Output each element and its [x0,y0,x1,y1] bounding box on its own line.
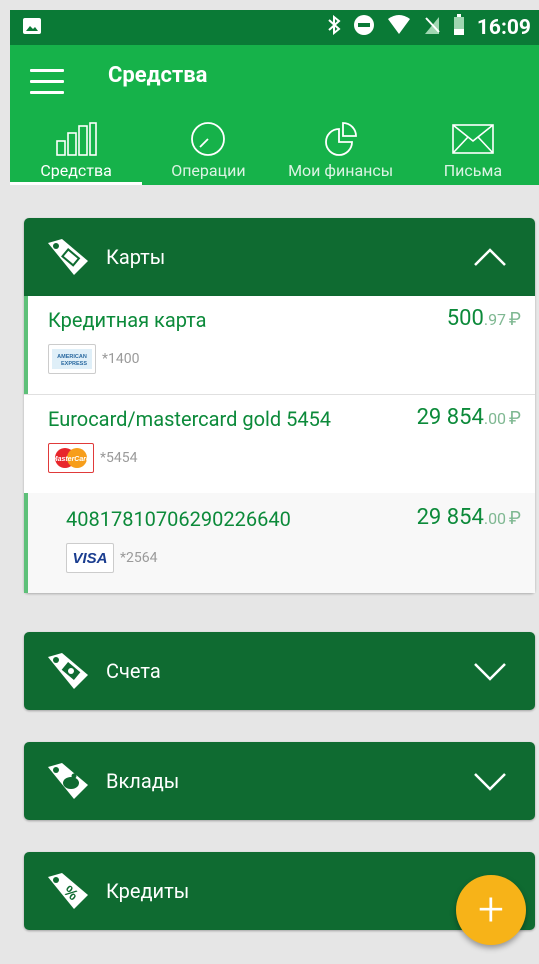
tab-letters-label: Письма [443,161,503,180]
card-balance: 500.97 ₽ [446,306,521,331]
bar-chart-icon [56,122,97,156]
section-accounts-label: Счета [106,659,161,683]
svg-text:VISA: VISA [72,550,107,567]
clock-icon [191,122,226,156]
money-tag-icon [48,653,88,689]
svg-text:MasterCard: MasterCard [52,456,91,463]
clock-time: 16:09 [476,15,531,40]
page-title: Средства [108,63,208,88]
section-deposits-header[interactable]: Вклады [24,742,535,820]
bluetooth-icon [327,14,341,41]
card-balance: 29 854.00 ₽ [416,505,521,530]
card-row[interactable]: Кредитная карта 500.97 ₽ AMERICAN EXPRESS … [24,296,535,394]
tab-funds-label: Средства [40,161,112,180]
add-button[interactable]: + [456,875,526,945]
battery-icon [453,13,465,42]
section-deposits-label: Вклады [106,769,180,793]
section-credits-label: Кредиты [106,879,190,903]
cards-list: Кредитная карта 500.97 ₽ AMERICAN EXPRESS … [24,296,535,593]
card-account-row[interactable]: 40817810706290226640 29 854.00 ₽ VISA *25… [24,493,535,593]
svg-text:EXPRESS: EXPRESS [61,361,87,367]
menu-icon[interactable] [30,69,64,97]
section-cards-label: Карты [106,245,166,269]
tab-my-finances[interactable]: Мои финансы [275,121,407,185]
chevron-up-icon [474,248,506,266]
chevron-down-icon [474,773,506,791]
no-sim-icon [423,15,441,41]
image-notification-icon [22,17,42,39]
section-cards-header[interactable]: Карты [24,218,535,296]
percent-tag-icon: % [48,873,88,909]
tab-funds[interactable]: Средства [10,121,143,185]
card-mask: *2564 [120,550,158,566]
svg-text:AMERICAN: AMERICAN [57,354,87,360]
tab-operations[interactable]: Операции [142,121,274,185]
amex-logo: AMERICAN EXPRESS [48,344,96,374]
wifi-icon [387,14,411,41]
pie-chart-icon [324,122,357,156]
status-bar: 16:09 [10,10,539,45]
piggy-bank-tag-icon [48,763,88,799]
tab-letters[interactable]: Письма [407,121,539,185]
card-tag-icon [48,239,88,275]
chevron-down-icon [474,663,506,681]
card-balance: 29 854.00 ₽ [416,405,521,430]
visa-logo: VISA [66,543,114,573]
tab-operations-label: Операции [171,161,246,180]
app-bar: Средства Средства Операции Мои финансы П… [10,45,539,185]
card-mask: *5454 [100,450,138,466]
card-mask: *1400 [102,351,140,367]
card-row[interactable]: Eurocard/mastercard gold 5454 29 854.00 ₽… [24,395,535,493]
do-not-disturb-icon [353,14,375,42]
content-area: Карты Кредитная карта 500.97 ₽ AMERICAN EX… [10,185,539,964]
tab-my-finances-label: Мои финансы [288,161,394,180]
envelope-icon [452,124,494,154]
mastercard-logo: MasterCard [48,443,94,473]
section-accounts-header[interactable]: Счета [24,632,535,710]
tab-bar: Средства Операции Мои финансы Письма [10,121,539,185]
